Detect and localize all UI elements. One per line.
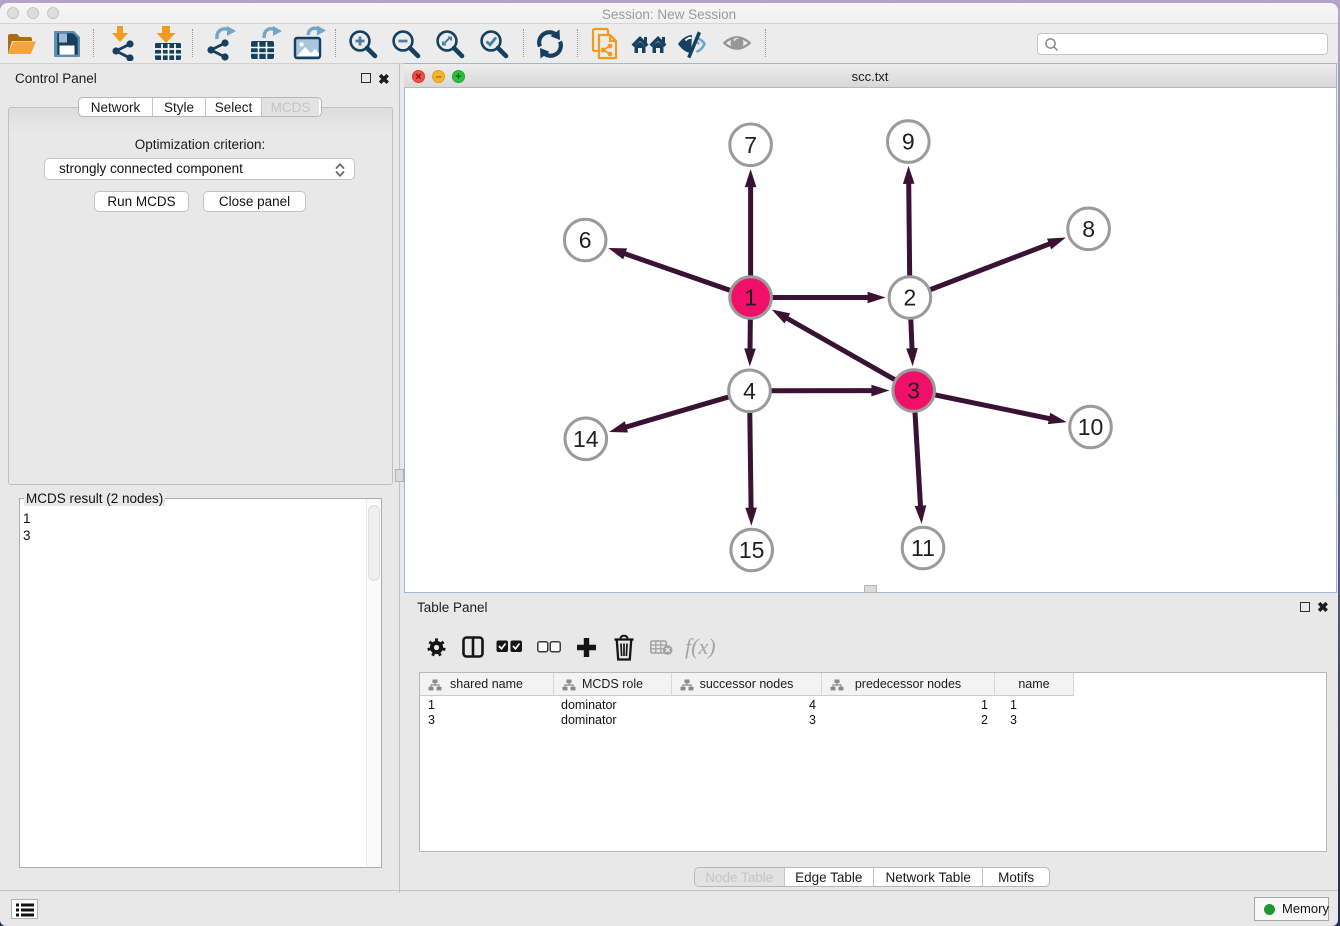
svg-text:14: 14 [573, 426, 599, 452]
svg-text:3: 3 [907, 378, 920, 404]
svg-text:8: 8 [1082, 216, 1095, 242]
svg-text:15: 15 [739, 537, 765, 563]
svg-text:4: 4 [743, 378, 756, 404]
svg-text:7: 7 [744, 132, 757, 158]
svg-text:1: 1 [744, 285, 757, 311]
svg-text:9: 9 [902, 129, 915, 155]
svg-text:6: 6 [579, 227, 592, 253]
svg-text:2: 2 [904, 285, 917, 311]
svg-text:10: 10 [1078, 414, 1104, 440]
svg-text:11: 11 [911, 535, 935, 561]
